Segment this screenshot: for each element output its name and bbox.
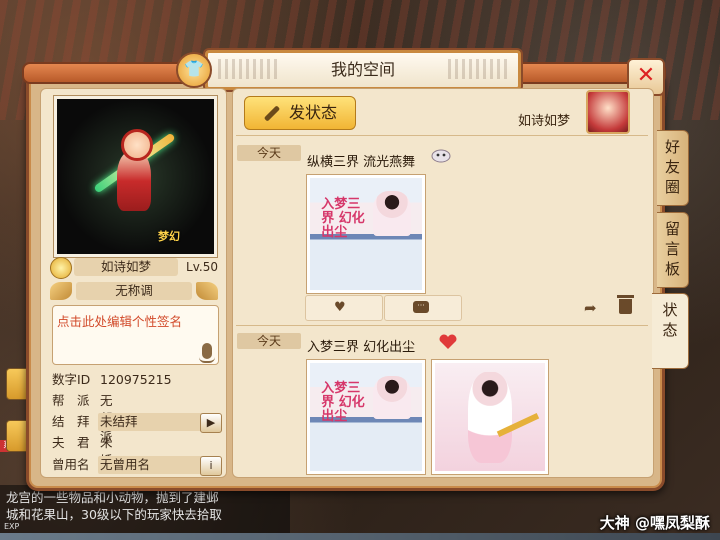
info-row-sworn: 结 拜 未结拜 [52,412,220,432]
info-key: 夫 君 [52,435,90,450]
post-text: 纵横三界 流光燕舞 [307,155,416,170]
info-key: 曾用名 [52,457,90,472]
post-photo[interactable]: 入梦三界 幻化出尘 [307,360,425,474]
like-button[interactable]: ♥ [305,295,383,321]
comment-icon: ··· [413,301,429,313]
info-row-guild: 帮 派 无帮派 [52,391,113,444]
photo-caption: 入梦三界 幻化出尘 [321,381,365,425]
exp-bar [0,533,720,540]
heart-icon: ♥ [334,300,346,315]
heart-emoji-icon [439,334,457,349]
info-row-id: 数字ID 120975215 [52,370,172,390]
photo-figure [468,371,512,464]
share-icon[interactable]: ➦ [584,299,602,317]
info-key: 数字ID [52,372,91,387]
tab-label: 好友圈 [664,138,680,196]
coin-icon [50,257,72,279]
info-value: 未婚 [100,435,113,468]
sworn-arrow-button[interactable]: ▶ [200,413,222,433]
signature-placeholder: 点击此处编辑个性签名 [57,314,183,329]
info-key: 帮 派 [52,393,90,408]
post-date: 今天 [237,333,301,349]
tab-label: 留言板 [664,220,680,278]
wing-left-icon [50,282,72,300]
photo-caption: 入梦三界 幻化出尘 [321,197,365,241]
former-name-info-button[interactable]: i [200,456,222,476]
sheep-emoji-icon [431,149,451,163]
chat-line: 城和花果山，30级以下的玩家快去拾取 [6,507,222,522]
exp-label: EXP [4,522,20,531]
post-date: 今天 [237,145,301,161]
info-row-former-name: 曾用名 无曾用名 [52,455,220,475]
character-head [121,129,153,161]
post-photo[interactable] [432,360,548,474]
shirt-icon: 👕 [176,52,212,88]
post-status-label: 发状态 [288,103,337,122]
info-value: 120975215 [100,372,172,387]
wing-right-icon [196,282,218,300]
avatar[interactable] [586,90,630,134]
character-portrait[interactable]: 梦幻 [54,96,217,257]
game-logo: 梦幻 [158,230,180,243]
dialog-title: 我的空间 [205,50,521,90]
info-row-spouse: 夫 君 未婚 [52,433,113,468]
post-photo[interactable]: 入梦三界 幻化出尘 [307,175,425,293]
post-status-button[interactable]: 发状态 [244,96,356,130]
profile-name: 如诗如梦 [74,258,178,276]
tab-friends-circle[interactable]: 好友圈 [657,130,689,206]
profile-title-row[interactable]: 无称调 [50,280,218,302]
my-name: 如诗如梦 [518,114,571,129]
profile-level: Lv.50 [186,260,218,274]
chat-log: 龙宫的一些物品和小动物，抛到了建邺 城和花果山，30级以下的玩家快去拾取 [0,485,290,540]
comment-button[interactable]: ··· [384,295,462,321]
trash-icon[interactable] [617,295,634,314]
divider [236,135,648,136]
pen-icon [263,105,281,122]
info-value: 无帮派 [100,393,113,444]
tab-message-board[interactable]: 留言板 [657,212,689,288]
info-key: 结 拜 [52,414,90,429]
microphone-icon[interactable] [199,343,215,363]
photo-figure [372,191,411,237]
post-text: 入梦三界 幻化出尘 [307,340,416,355]
tab-label: 状态 [662,301,678,339]
profile-title: 无称调 [76,282,192,300]
watermark: 大神 @嘿凤梨酥 [599,514,710,532]
profile-name-row: 如诗如梦 Lv.50 [50,257,218,279]
signature-input[interactable]: 点击此处编辑个性签名 [52,305,219,365]
divider [236,325,648,326]
photo-figure [372,375,411,420]
tab-status[interactable]: 状态 [652,293,689,369]
chat-line: 龙宫的一些物品和小动物，抛到了建邺 [6,490,219,505]
